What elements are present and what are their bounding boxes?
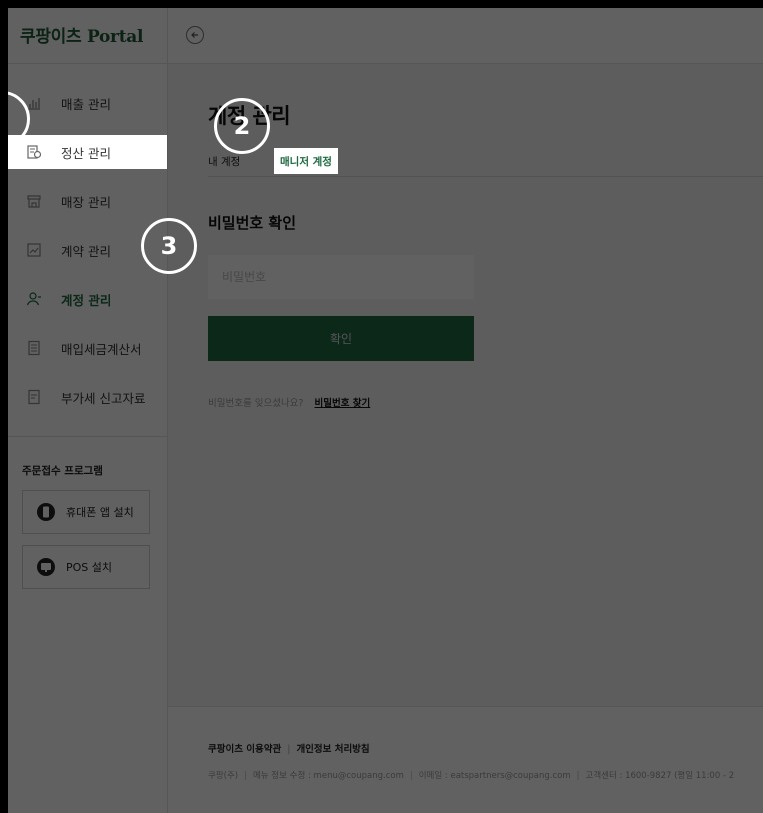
sidebar-item-label: 매입세금계산서	[61, 341, 142, 357]
contract-icon	[26, 242, 42, 258]
sidebar-item-label: 매장 관리	[61, 194, 111, 210]
sidebar-item-account[interactable]: 계정 관리	[8, 282, 167, 316]
footer-info-item: 이메일 : eatspartners@coupang.com	[418, 771, 571, 781]
button-label: POS 설치	[66, 561, 113, 574]
tabs-underline	[208, 176, 763, 177]
footer: 쿠팡이츠 이용약관 | 개인정보 처리방침 쿠팡(주) | 메뉴 정보 수정 : men…	[168, 706, 763, 813]
sidebar-item-label: 정산 관리	[61, 145, 111, 161]
password-input[interactable]	[208, 255, 474, 299]
footer-info-item: 고객센터 : 1600-9827 (평일 11:00 - 2	[585, 771, 735, 781]
separator: |	[244, 771, 247, 781]
sidebar-item-label: 부가세 신고자료	[61, 390, 146, 406]
sidebar-item-label: 매출 관리	[61, 96, 111, 112]
monitor-icon	[37, 558, 55, 576]
forgot-password-question: 비밀번호를 잊으셨나요?	[208, 398, 304, 409]
collapse-sidebar-button[interactable]	[186, 26, 204, 44]
store-icon	[26, 193, 42, 209]
sidebar-item-tax-invoice[interactable]: 매입세금계산서	[8, 331, 167, 365]
document-icon	[26, 389, 42, 405]
separator: |	[576, 771, 580, 781]
button-label: 휴대폰 앱 설치	[66, 506, 134, 519]
sidebar-item-label: 계약 관리	[61, 243, 111, 259]
phone-icon	[37, 503, 55, 521]
terms-link[interactable]: 쿠팡이츠 이용약관	[208, 744, 281, 755]
sidebar: 쿠팡이츠 Portal 매출 관리 정산 관리 매장 관리 계약 관리	[8, 8, 168, 813]
footer-links: 쿠팡이츠 이용약관 | 개인정보 처리방침	[208, 741, 370, 755]
install-pos-button[interactable]: POS 설치	[22, 545, 150, 589]
step-badge-2: 2	[214, 98, 270, 154]
separator: |	[409, 771, 413, 781]
footer-info-item: 쿠팡(주)	[208, 771, 239, 781]
step-badge-3: 3	[141, 218, 197, 274]
program-section-title: 주문접수 프로그램	[22, 465, 103, 477]
sidebar-item-sales[interactable]: 매출 관리	[8, 86, 167, 120]
sidebar-item-vat-report[interactable]: 부가세 신고자료	[8, 380, 167, 414]
privacy-link[interactable]: 개인정보 처리방침	[296, 744, 369, 755]
top-bar	[168, 8, 763, 64]
find-password-link[interactable]: 비밀번호 찾기	[315, 398, 371, 409]
tab-manager-account[interactable]: 매니저 계정	[274, 148, 338, 174]
logo[interactable]: 쿠팡이츠 Portal	[20, 22, 143, 50]
sidebar-item-store[interactable]: 매장 관리	[8, 184, 167, 218]
highlighted-settlement-item[interactable]: 정산 관리	[8, 135, 167, 169]
install-mobile-app-button[interactable]: 휴대폰 앱 설치	[22, 490, 150, 534]
divider	[8, 63, 167, 64]
footer-company-info: 쿠팡(주) | 메뉴 정보 수정 : menu@coupang.com | 이메일 : …	[208, 769, 734, 781]
sidebar-item-label: 계정 관리	[61, 292, 112, 308]
account-icon	[26, 291, 42, 307]
content-area	[168, 64, 763, 706]
footer-info-item: 메뉴 정보 수정 : menu@coupang.com	[252, 771, 404, 781]
arrow-left-icon	[191, 32, 198, 38]
section-title: 비밀번호 확인	[208, 214, 297, 232]
app-frame: 쿠팡이츠 Portal 매출 관리 정산 관리 매장 관리 계약 관리	[8, 8, 763, 813]
settlement-icon	[26, 144, 42, 160]
separator: |	[287, 744, 291, 755]
divider	[8, 436, 167, 437]
bar-chart-icon	[26, 95, 42, 111]
confirm-button[interactable]: 확인	[208, 316, 474, 361]
tax-invoice-icon	[26, 340, 42, 356]
forgot-password-row: 비밀번호를 잊으셨나요? 비밀번호 찾기	[208, 395, 370, 409]
